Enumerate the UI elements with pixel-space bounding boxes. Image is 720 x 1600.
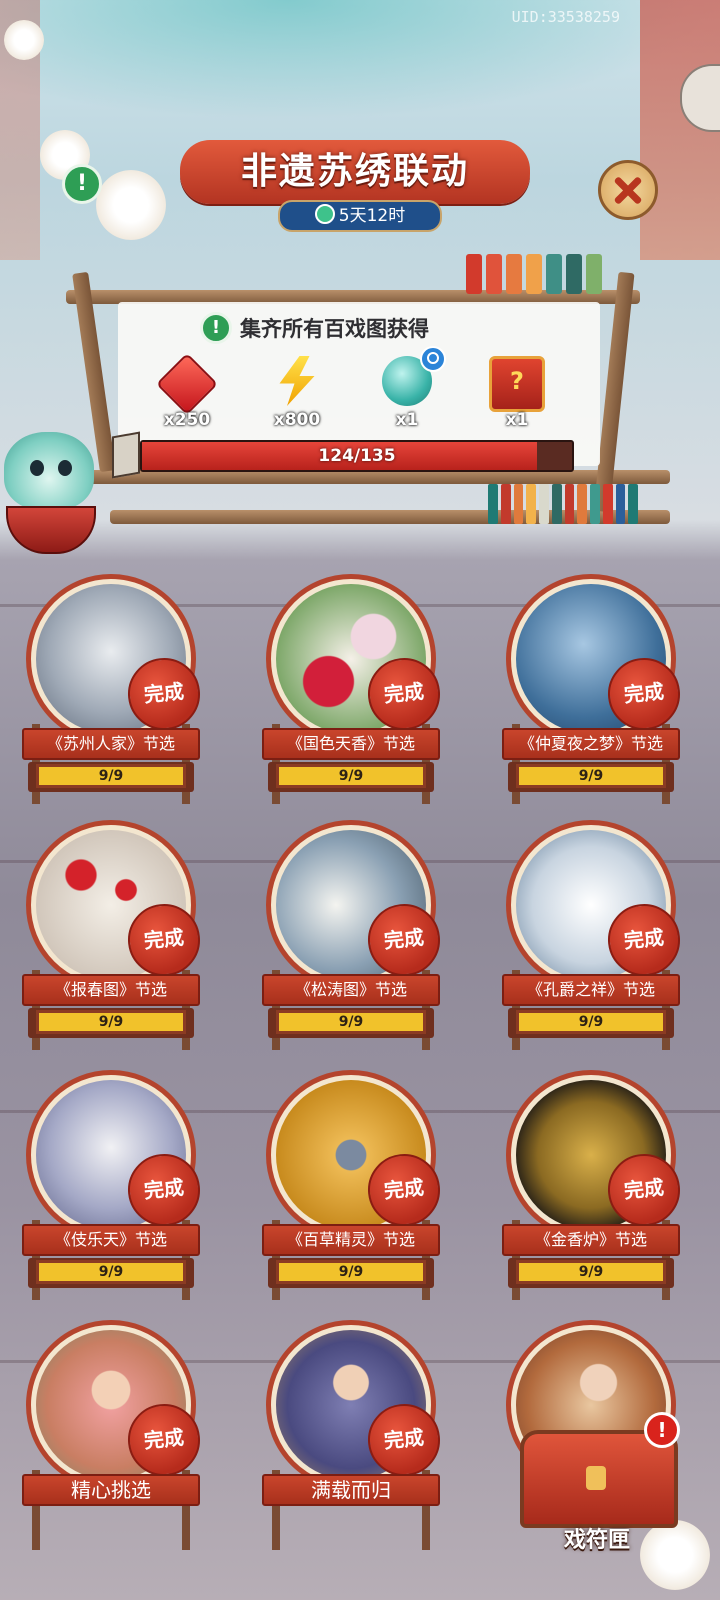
card-count: 9/9 (276, 1010, 426, 1034)
collection-card[interactable]: 完成 《报春图》节选 9/9 (22, 820, 204, 1052)
collection-card[interactable]: 完成 《国色天香》节选 9/9 (262, 574, 444, 806)
collect-hint: ! 集齐所有百戏图获得 (200, 312, 429, 344)
scroll-end-icon (112, 431, 140, 479)
collection-card[interactable]: 完成 《孔爵之祥》节选 9/9 (502, 820, 684, 1052)
card-count: 9/9 (516, 764, 666, 788)
collection-card[interactable]: 完成 《松涛图》节选 9/9 (262, 820, 444, 1052)
white-blossom-decoration (96, 170, 166, 240)
red-basket (6, 506, 96, 554)
card-title: 《百草精灵》节选 (262, 1224, 440, 1256)
mystery-chest-icon: ? (489, 356, 545, 412)
collection-card[interactable]: 完成 《仲夏夜之梦》节选 9/9 (502, 574, 684, 806)
reward-count: x250 (163, 410, 211, 430)
loom-bottom-bar (90, 470, 670, 484)
card-title: 《国色天香》节选 (262, 728, 440, 760)
card-count: 9/9 (36, 1260, 186, 1284)
event-timer: 5天12时 (278, 200, 442, 232)
card-title: 《金香炉》节选 (502, 1224, 680, 1256)
white-blossom-decoration (4, 20, 44, 60)
card-count: 9/9 (516, 1010, 666, 1034)
card-title: 《孔爵之祥》节选 (502, 974, 680, 1006)
teal-gourd-icon (382, 346, 446, 406)
collection-card[interactable]: 完成 精心挑选 (22, 1320, 204, 1552)
collection-card[interactable]: 完成 《苏州人家》节选 9/9 (22, 574, 204, 806)
card-title: 《伎乐天》节选 (22, 1224, 200, 1256)
reward-count: x800 (273, 410, 321, 430)
close-button[interactable] (598, 160, 658, 220)
uid-label: UID:33538259 (511, 8, 620, 26)
thread-spools-decoration (466, 254, 606, 294)
reward-info-button[interactable]: ! (200, 312, 232, 344)
reward-item[interactable]: x800 (252, 356, 342, 430)
card-title: 《报春图》节选 (22, 974, 200, 1006)
card-title: 《仲夏夜之梦》节选 (502, 728, 680, 760)
cat-eye (30, 460, 44, 476)
reward-count: x1 (505, 410, 529, 430)
card-title: 《松涛图》节选 (262, 974, 440, 1006)
cat-head (4, 432, 94, 510)
card-title: 满载而归 (262, 1474, 440, 1506)
card-title: 《苏州人家》节选 (22, 728, 200, 760)
magnifier-icon (420, 346, 446, 372)
event-title: 非遗苏绣联动 (240, 150, 469, 192)
cat-eye (58, 460, 72, 476)
reward-count: x1 (395, 410, 419, 430)
card-count: 9/9 (276, 1260, 426, 1284)
info-button[interactable]: ! (62, 164, 102, 204)
collection-card[interactable]: 完成 《伎乐天》节选 9/9 (22, 1070, 204, 1302)
card-count: 9/9 (36, 1010, 186, 1034)
alert-badge-icon: ! (644, 1412, 680, 1448)
collection-card[interactable]: 完成 《百草精灵》节选 9/9 (262, 1070, 444, 1302)
timer-text: 5天12时 (338, 206, 406, 226)
collection-card[interactable]: 完成 《金香炉》节选 9/9 (502, 1070, 684, 1302)
reward-item[interactable]: x1 (362, 346, 452, 430)
red-gem-icon (155, 352, 219, 416)
card-count: 9/9 (276, 764, 426, 788)
lightning-bolt-icon (279, 356, 315, 406)
progress-text: 124/135 (318, 446, 396, 466)
collect-text: 集齐所有百戏图获得 (240, 317, 429, 341)
reward-item[interactable]: ? x1 (472, 356, 562, 430)
chest-label: 戏符匣 (563, 1527, 630, 1553)
thread-spools-decoration (488, 484, 638, 524)
collection-card[interactable]: 完成 满载而归 (262, 1320, 444, 1552)
card-count: 9/9 (516, 1260, 666, 1284)
mascot-cat-in-basket (0, 428, 104, 558)
card-title: 精心挑选 (22, 1474, 200, 1506)
reward-item[interactable]: x250 (142, 352, 232, 430)
clock-icon (314, 204, 335, 224)
collection-progress-bar: 124/135 (140, 440, 574, 472)
card-count: 9/9 (36, 764, 186, 788)
